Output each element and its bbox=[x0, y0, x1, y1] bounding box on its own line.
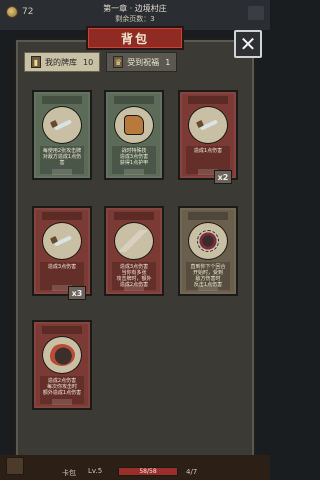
card-cost bbox=[52, 399, 72, 405]
spider-icon bbox=[197, 230, 219, 252]
card-name bbox=[42, 212, 82, 220]
count-badge: x2 bbox=[214, 170, 232, 184]
sword-icon bbox=[48, 115, 76, 135]
deck-label: 卡包 bbox=[62, 469, 76, 477]
sword-icon bbox=[48, 231, 76, 251]
card-art bbox=[114, 222, 154, 260]
card-cost bbox=[124, 285, 144, 291]
horse-icon bbox=[124, 115, 144, 135]
hp-text: 58/58 bbox=[139, 468, 157, 475]
card-item[interactable]: 每使用2张攻击牌 对敌方造成1点伤害 bbox=[32, 90, 92, 180]
card-art bbox=[188, 106, 228, 144]
card-item[interactable]: 直到你下个回合 开始时，受到 敌方伤害时 反击1点伤害 bbox=[178, 206, 238, 296]
spikes-icon bbox=[119, 230, 149, 252]
card-item[interactable]: 造成3点伤害 当你有多张 攻击牌时，额外 造成2点伤害 bbox=[104, 206, 164, 296]
card-item[interactable]: 造成3点伤害 x3 bbox=[32, 206, 92, 300]
energy-text: 4/7 bbox=[186, 468, 198, 476]
card-item[interactable]: 造成2点伤害 每次你攻击时 额外造成1点伤害 bbox=[32, 320, 92, 410]
card-name bbox=[114, 96, 154, 104]
card-art bbox=[188, 222, 228, 260]
sword-icon bbox=[194, 115, 222, 135]
card-cost bbox=[198, 285, 218, 291]
card-art bbox=[42, 106, 82, 144]
card-cost bbox=[52, 169, 72, 175]
card-name bbox=[114, 212, 154, 220]
card-name bbox=[188, 212, 228, 220]
level-label: Lv.5 bbox=[88, 467, 103, 475]
card-name bbox=[42, 96, 82, 104]
card-cost bbox=[124, 169, 144, 175]
card-item[interactable]: 造成1点伤害 x2 bbox=[178, 90, 238, 184]
count-badge: x3 bbox=[68, 286, 86, 300]
bag-icon[interactable] bbox=[6, 457, 24, 475]
card-name bbox=[42, 326, 82, 334]
card-art bbox=[42, 336, 82, 374]
claw-icon bbox=[49, 344, 75, 366]
card-grid: 每使用2张攻击牌 对敌方造成1点伤害 战时特殊技 造成3点伤害 获得1点护甲 造成1点… bbox=[0, 0, 270, 480]
card-art bbox=[42, 222, 82, 260]
card-art bbox=[114, 106, 154, 144]
card-item[interactable]: 战时特殊技 造成3点伤害 获得1点护甲 bbox=[104, 90, 164, 180]
card-name bbox=[188, 96, 228, 104]
